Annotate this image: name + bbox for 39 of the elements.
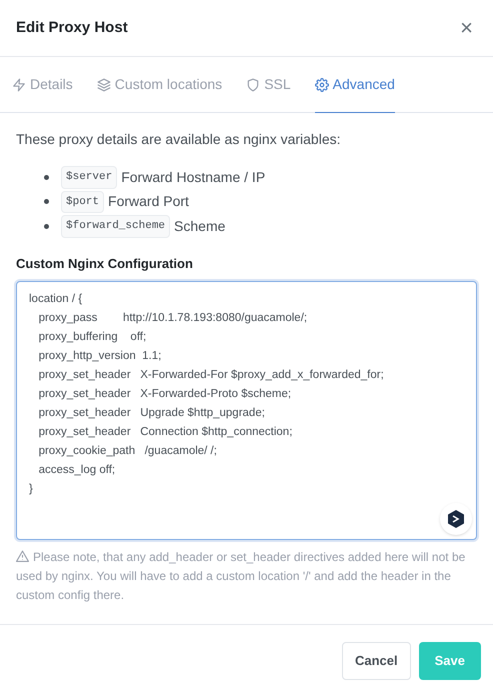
cancel-button[interactable]: Cancel (342, 642, 411, 680)
variable-description: Forward Port (108, 192, 189, 212)
tab[interactable]: Details (12, 57, 73, 113)
tab[interactable]: Advanced (314, 57, 395, 113)
config-line: proxy_set_header Connection $http_connection; (38, 425, 294, 440)
config-line: location / { (29, 292, 84, 307)
config-line: proxy_http_version 1.1; (38, 349, 162, 364)
close-button[interactable]: × (456, 17, 477, 39)
variable-code: $port (61, 190, 104, 213)
tab[interactable]: SSL (246, 57, 291, 113)
dialog-title: Edit Proxy Host (16, 18, 128, 38)
lightning-icon (12, 78, 26, 92)
config-line: access_log off; (38, 463, 116, 478)
save-button[interactable]: Save (418, 642, 481, 680)
config-field[interactable] (16, 281, 477, 540)
tab[interactable]: Custom locations (96, 57, 222, 113)
config-line: proxy_cookie_path /guacamole/ /; (38, 444, 218, 459)
bullet-icon (44, 174, 49, 180)
variable-description: Forward Hostname / IP (121, 168, 266, 187)
config-line: proxy_pass http://10.1.78.193:8080/guacamole/; (38, 311, 308, 326)
warning-note: Please note, that any add_header or set_header directives added here will not be used by nginx. You will have to add a custom location '/' and add the header in the custom config there. (16, 549, 466, 604)
layers-icon (96, 78, 111, 92)
variable-description: Scheme (174, 216, 226, 236)
bullet-icon (44, 224, 49, 229)
bullet-icon (44, 199, 49, 204)
settings-icon (314, 78, 329, 92)
variable-code: $forward_scheme (61, 215, 170, 238)
config-line: proxy_set_header X-Forwarded-Proto $scheme; (38, 387, 292, 402)
config-line: } (29, 482, 34, 497)
assistant-button[interactable] (440, 503, 472, 535)
shield-icon (246, 78, 260, 92)
warning-icon (16, 550, 29, 562)
hexagon-icon (446, 509, 466, 529)
config-line: proxy_set_header Upgrade $http_upgrade; (38, 406, 266, 421)
variable-code: $server (61, 166, 118, 188)
intro-text: These proxy details are available as nginx variables: (16, 130, 342, 149)
config-line: proxy_buffering off; (38, 330, 148, 345)
config-line: proxy_set_header X-Forwarded-For $proxy_add_x_forwarded_for; (38, 368, 385, 383)
field-label: Custom Nginx Configuration (16, 254, 194, 273)
